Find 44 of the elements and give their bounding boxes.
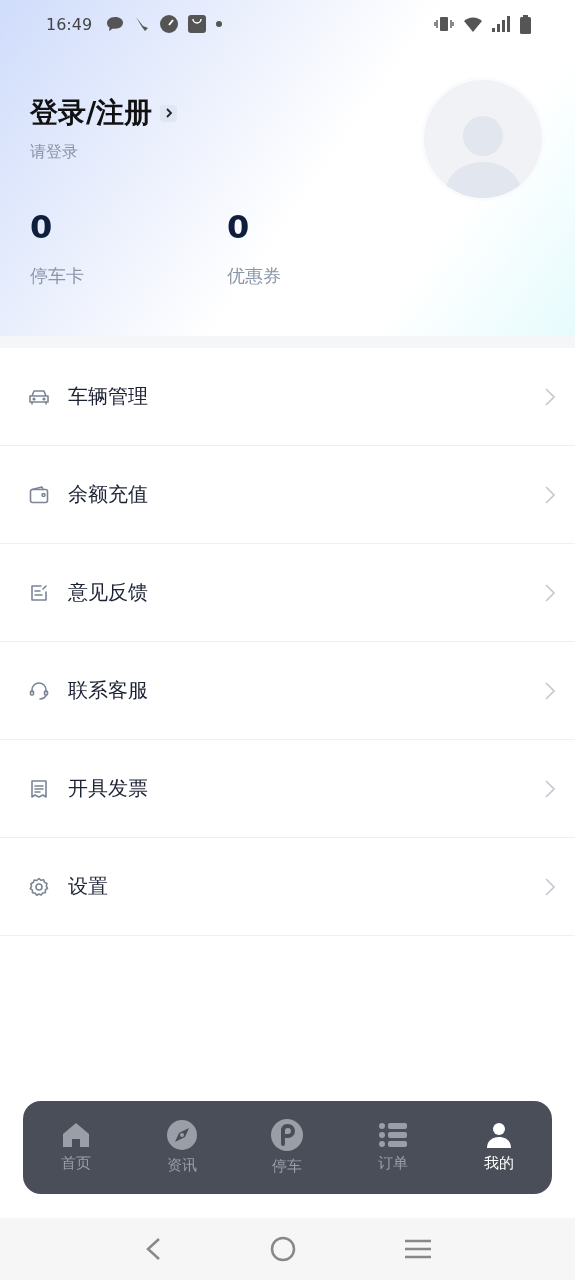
chevron-right-icon xyxy=(545,485,555,504)
stat-value: 0 xyxy=(227,208,251,246)
menu-icon[interactable] xyxy=(404,1238,431,1260)
back-icon[interactable] xyxy=(144,1237,161,1261)
menu-item[interactable]: 设置 xyxy=(0,838,575,936)
menu-item[interactable]: 开具发票 xyxy=(0,740,575,838)
chevron-right-icon xyxy=(545,681,555,700)
home-circle-icon[interactable] xyxy=(269,1236,296,1262)
wifi-icon xyxy=(464,16,482,32)
dot-icon xyxy=(216,21,223,27)
wallet-icon xyxy=(29,485,49,504)
chevron-right-icon xyxy=(545,387,555,406)
chevron-right-icon xyxy=(545,877,555,896)
battery-icon xyxy=(520,14,531,34)
stat-label: 停车卡 xyxy=(30,264,85,288)
car-icon xyxy=(28,387,50,406)
home-icon xyxy=(61,1122,90,1148)
list-icon xyxy=(379,1122,408,1148)
note-edit-icon xyxy=(30,583,48,602)
chevron-right-icon xyxy=(545,583,555,602)
menu-item[interactable]: 车辆管理 xyxy=(0,348,575,446)
tab[interactable]: 我的 xyxy=(446,1122,552,1173)
status-time: 16:49 xyxy=(46,14,93,34)
chat-bubble-icon xyxy=(106,16,125,32)
chevron-icon[interactable] xyxy=(160,104,178,122)
vibrate-icon xyxy=(434,16,454,32)
compass-icon xyxy=(166,1120,197,1150)
login-register-link[interactable]: 登录/注册 xyxy=(30,94,153,132)
user-icon xyxy=(486,1122,513,1148)
chevron-right-icon xyxy=(545,779,555,798)
stat-label: 优惠券 xyxy=(227,264,282,288)
menu-item[interactable]: 余额充值 xyxy=(0,446,575,544)
signal-icon xyxy=(492,16,510,32)
user-silhouette-icon xyxy=(444,116,522,198)
receipt-icon xyxy=(30,778,48,799)
parking-icon xyxy=(271,1119,304,1151)
menu-item[interactable]: 意见反馈 xyxy=(0,544,575,642)
settings-icon xyxy=(29,876,49,897)
stat-value: 0 xyxy=(30,208,54,246)
gauge-icon xyxy=(160,15,179,33)
shopping-bag-icon xyxy=(188,15,207,33)
headset-icon xyxy=(29,680,49,701)
login-prompt: 请登录 xyxy=(30,142,79,163)
menu-item[interactable]: 联系客服 xyxy=(0,642,575,740)
